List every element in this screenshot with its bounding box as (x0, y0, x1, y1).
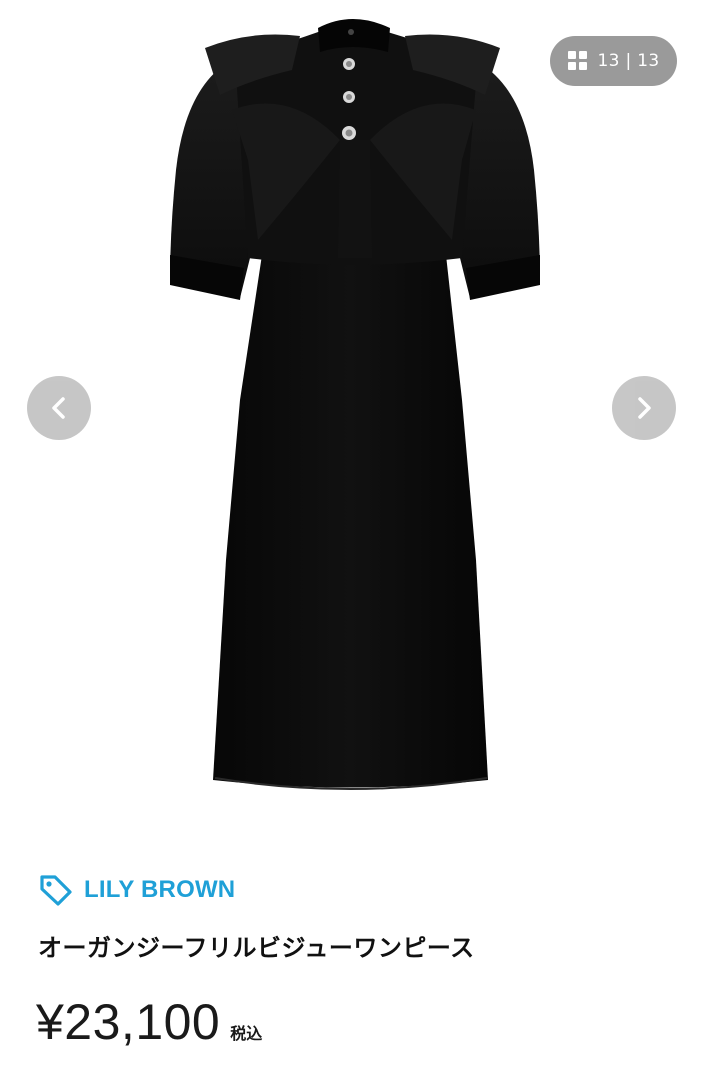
next-image-button[interactable] (612, 376, 676, 440)
counter-separator: | (625, 51, 632, 71)
product-image-gallery[interactable]: 13 | 13 (0, 0, 705, 840)
product-title: オーガンジーフリルビジューワンピース (38, 934, 475, 962)
price-row: ¥23,100 税込 (36, 993, 262, 1051)
chevron-right-icon (638, 397, 651, 419)
brand-name[interactable]: LILY BROWN (84, 876, 235, 904)
grid-icon (567, 51, 588, 71)
counter-current: 13 (597, 51, 620, 71)
product-price: ¥23,100 (36, 994, 221, 1050)
tax-included-label: 税込 (230, 1024, 263, 1043)
chevron-left-icon (52, 397, 65, 419)
counter-total: 13 (637, 51, 660, 71)
product-image[interactable] (0, 0, 705, 840)
previous-image-button[interactable] (27, 376, 91, 440)
counter-text: 13 | 13 (598, 51, 660, 71)
image-counter[interactable]: 13 | 13 (550, 36, 677, 86)
tag-icon (40, 875, 72, 906)
brand-link[interactable]: LILY BROWN (38, 870, 235, 910)
